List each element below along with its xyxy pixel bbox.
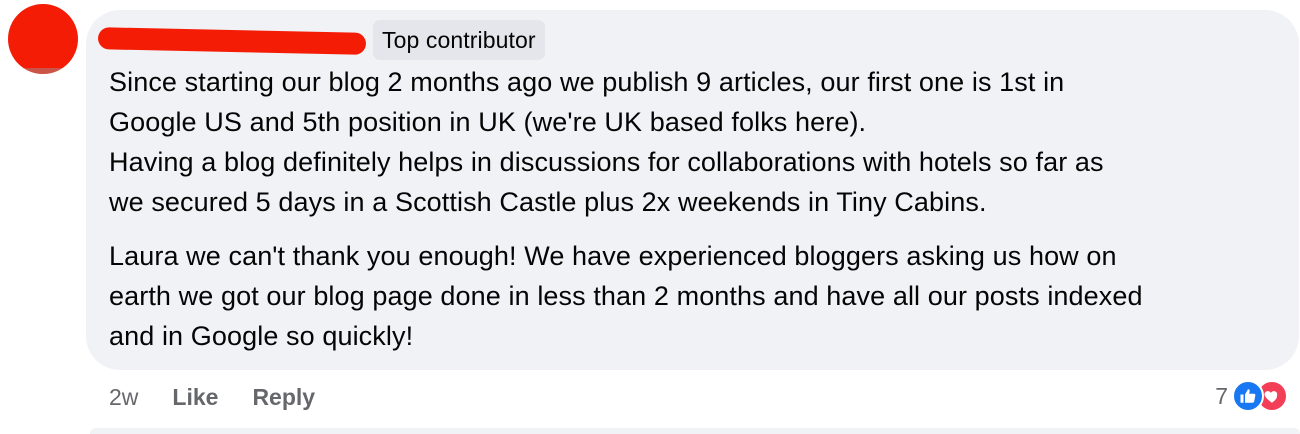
comment-paragraph-1: Since starting our blog 2 months ago we … <box>109 62 1289 222</box>
comment-line: Having a blog definitely helps in discus… <box>109 147 1104 177</box>
like-button[interactable]: Like <box>172 384 218 411</box>
reactions-summary[interactable]: 7 <box>1215 378 1288 414</box>
comment-line: earth we got our blog page done in less … <box>109 281 1143 311</box>
reply-button[interactable]: Reply <box>252 384 315 411</box>
comment-timestamp[interactable]: 2w <box>109 384 138 411</box>
comment-line: we secured 5 days in a Scottish Castle p… <box>109 187 987 217</box>
next-comment-edge <box>90 428 1300 434</box>
comment-paragraph-2: Laura we can't thank you enough! We have… <box>109 236 1289 356</box>
comment-line: Laura we can't thank you enough! We have… <box>109 241 1117 271</box>
avatar[interactable] <box>8 4 78 74</box>
top-contributor-badge: Top contributor <box>373 20 545 60</box>
comment-line: Since starting our blog 2 months ago we … <box>109 67 1065 97</box>
comment-line: and in Google so quickly! <box>109 321 414 351</box>
reaction-count: 7 <box>1215 382 1228 409</box>
like-icon <box>1232 380 1264 412</box>
comment-line: Google US and 5th position in UK (we're … <box>109 107 867 137</box>
comment-actions: 2w Like Reply <box>109 380 315 414</box>
